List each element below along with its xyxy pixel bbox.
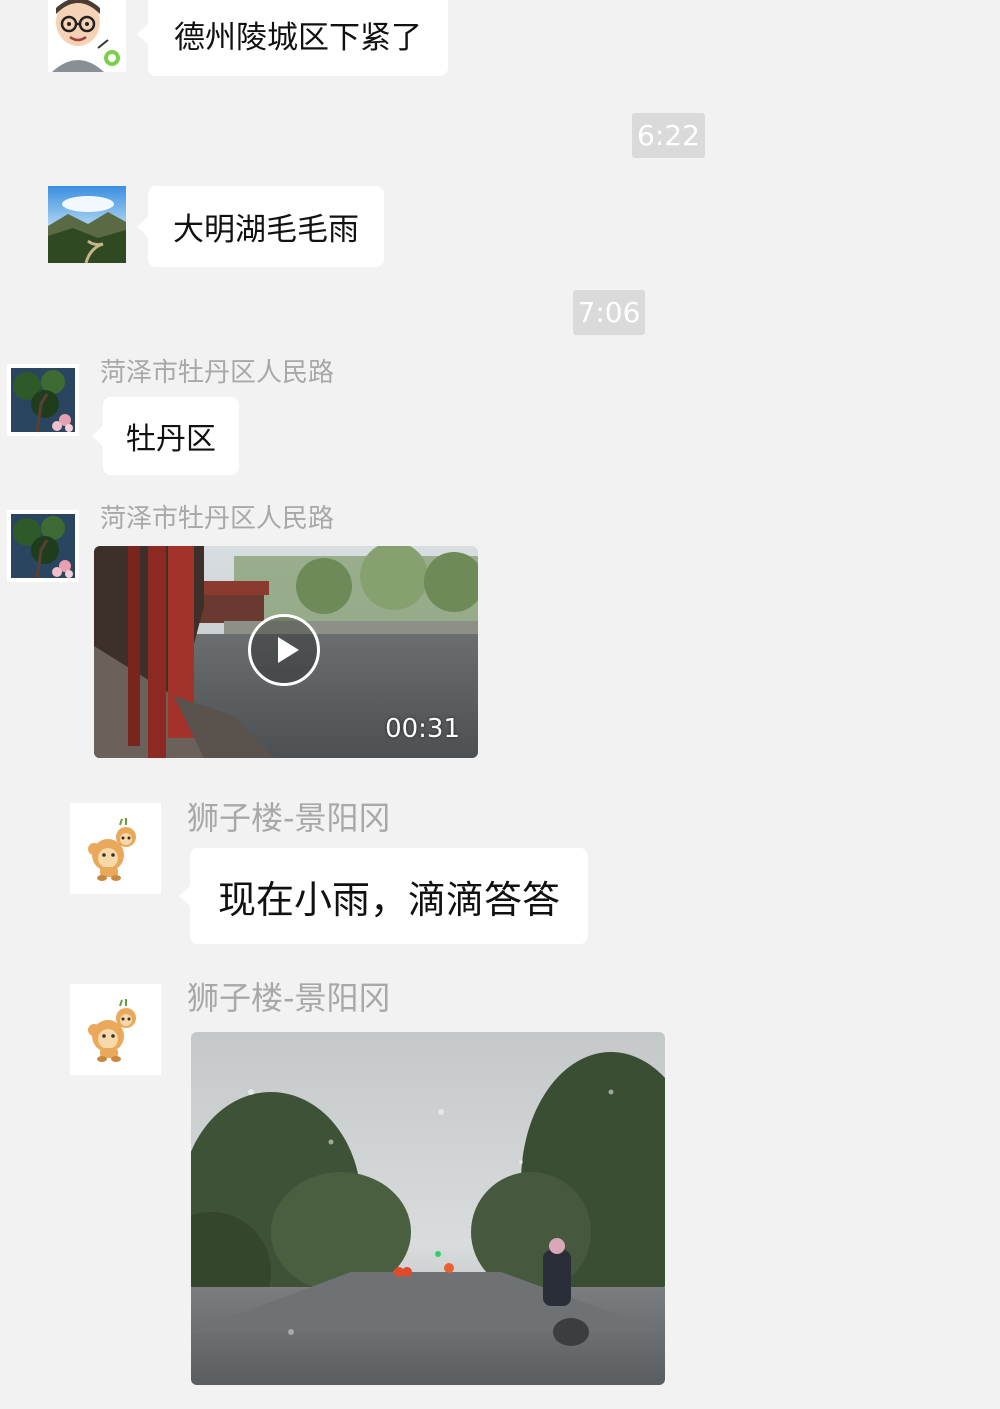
play-icon [278, 637, 299, 663]
cartoon-monkey-avatar-icon [70, 984, 161, 1075]
play-button[interactable] [248, 614, 320, 686]
tree-flowers-avatar-icon [7, 510, 79, 582]
video-duration: 00:31 [385, 714, 460, 744]
avatar-tree-flowers[interactable] [7, 364, 79, 436]
message-bubble[interactable]: 现在小雨，滴滴答答 [179, 848, 588, 944]
avatar-cartoon-monkey[interactable] [70, 984, 161, 1075]
timestamp-text: 6:22 [637, 119, 700, 152]
rainy-road-photo [191, 1032, 665, 1385]
mountain-landscape-avatar-icon [48, 186, 126, 263]
message-bubble[interactable]: 大明湖毛毛雨 [137, 186, 384, 267]
sender-name: 菏泽市牡丹区人民路 [100, 504, 335, 534]
cartoon-monkey-avatar-icon [70, 803, 161, 894]
avatar-cartoon-man[interactable] [48, 0, 126, 72]
video-message[interactable]: 00:31 [94, 546, 478, 758]
avatar-tree-flowers[interactable] [7, 510, 79, 582]
avatar-cartoon-monkey[interactable] [70, 803, 161, 894]
message-text: 德州陵城区下紧了 [174, 19, 422, 56]
timestamp: 7:06 [573, 290, 645, 335]
message-bubble[interactable]: 德州陵城区下紧了 [137, 0, 448, 76]
timestamp-text: 7:06 [577, 296, 641, 329]
message-text: 大明湖毛毛雨 [173, 212, 359, 248]
sender-name: 狮子楼-景阳冈 [187, 799, 391, 837]
avatar-mountain-landscape[interactable] [48, 186, 126, 263]
image-message[interactable] [191, 1032, 665, 1385]
cartoon-man-avatar-icon [48, 0, 126, 72]
message-bubble[interactable]: 牡丹区 [92, 397, 239, 475]
sender-name: 菏泽市牡丹区人民路 [100, 358, 335, 388]
tree-flowers-avatar-icon [7, 364, 79, 436]
timestamp: 6:22 [632, 113, 705, 158]
message-text: 牡丹区 [126, 422, 216, 457]
message-text: 现在小雨，滴滴答答 [217, 877, 560, 922]
sender-name: 狮子楼-景阳冈 [187, 979, 391, 1017]
